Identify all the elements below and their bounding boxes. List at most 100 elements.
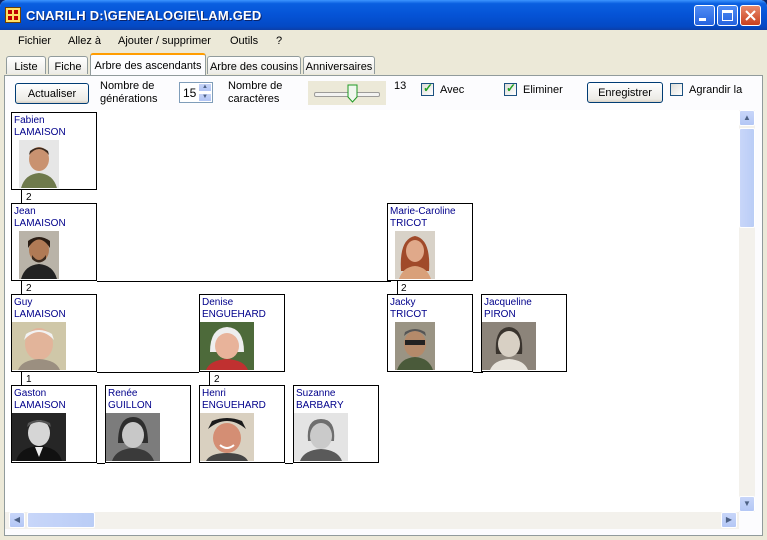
title-bar[interactable]: CNARILH D:\GENEALOGIE\LAM.GED bbox=[0, 0, 767, 30]
connector bbox=[97, 372, 199, 373]
first-name: Fabien bbox=[14, 115, 45, 126]
person-photo bbox=[12, 322, 66, 370]
person-card[interactable]: Fabien LAMAISON bbox=[11, 112, 97, 190]
ancestor-tree[interactable]: 2 2 2 1 2 Fabien LAMAISON Jean LAMAISON Ma… bbox=[5, 110, 739, 512]
generations-label: Nombre de générations bbox=[100, 80, 158, 106]
first-name: Suzanne bbox=[296, 388, 336, 399]
spin-up-icon[interactable]: ▲ bbox=[198, 83, 212, 92]
person-name: Denise ENGUEHARD bbox=[202, 297, 266, 321]
person-name: Renée GUILLON bbox=[108, 388, 152, 412]
scroll-left-icon[interactable]: ◀ bbox=[9, 512, 25, 528]
horizontal-scrollbar[interactable]: ◀ ▶ bbox=[5, 512, 739, 529]
first-name: Henri bbox=[202, 388, 226, 399]
chars-slider[interactable] bbox=[308, 81, 386, 105]
close-button[interactable] bbox=[740, 5, 761, 26]
menu-ajouter-supprimer[interactable]: Ajouter / supprimer bbox=[118, 35, 211, 47]
first-name: Gaston bbox=[14, 388, 47, 399]
connector bbox=[285, 463, 293, 464]
enlarge-label: Agrandir la bbox=[689, 84, 743, 96]
connector bbox=[397, 281, 398, 294]
generation-number: 1 bbox=[26, 374, 32, 385]
avec-checkbox[interactable]: ✓ bbox=[421, 81, 434, 96]
chars-label: Nombre de caractères bbox=[228, 80, 282, 106]
tab-anniversaires[interactable]: Anniversaires bbox=[303, 56, 375, 74]
person-card[interactable]: Marie-Caroline TRICOT bbox=[387, 203, 473, 281]
connector bbox=[21, 190, 22, 203]
person-card[interactable]: Renée GUILLON bbox=[105, 385, 191, 463]
first-name: Jean bbox=[14, 206, 36, 217]
scroll-right-icon[interactable]: ▶ bbox=[721, 512, 737, 528]
first-name: Jacky bbox=[390, 297, 416, 308]
tab-arbre-cousins[interactable]: Arbre des cousins bbox=[207, 56, 301, 74]
person-name: Jacky TRICOT bbox=[390, 297, 427, 321]
connector bbox=[21, 372, 22, 385]
last-name: ENGUEHARD bbox=[202, 309, 266, 320]
check-icon: ✓ bbox=[506, 81, 517, 95]
app-window: CNARILH D:\GENEALOGIE\LAM.GED Fichier Al… bbox=[0, 0, 767, 540]
maximize-icon bbox=[722, 10, 733, 21]
generation-number: 2 bbox=[26, 283, 32, 294]
connector bbox=[97, 463, 105, 464]
first-name: Marie-Caroline bbox=[390, 206, 456, 217]
person-card[interactable]: Jean LAMAISON bbox=[11, 203, 97, 281]
tab-fiche[interactable]: Fiche bbox=[48, 56, 88, 74]
last-name: TRICOT bbox=[390, 218, 428, 229]
person-photo bbox=[294, 413, 348, 461]
tab-bar: Liste Fiche Arbre des ascendants Arbre d… bbox=[4, 53, 763, 75]
connector bbox=[209, 372, 210, 385]
enlarge-checkbox[interactable] bbox=[670, 83, 683, 96]
connector bbox=[97, 281, 391, 282]
generations-label-line2: générations bbox=[100, 93, 158, 105]
person-photo bbox=[19, 140, 59, 188]
last-name: PIRON bbox=[484, 309, 516, 320]
generation-number: 2 bbox=[214, 374, 220, 385]
person-photo bbox=[200, 322, 254, 370]
person-photo bbox=[200, 413, 254, 461]
chars-label-line1: Nombre de bbox=[228, 80, 283, 92]
app-icon[interactable] bbox=[5, 7, 21, 23]
eliminer-checkbox[interactable]: ✓ bbox=[504, 81, 517, 96]
last-name: LAMAISON bbox=[14, 127, 66, 138]
maximize-button[interactable] bbox=[717, 5, 738, 26]
scroll-down-icon[interactable]: ▼ bbox=[739, 496, 755, 512]
last-name: TRICOT bbox=[390, 309, 428, 320]
person-card[interactable]: Suzanne BARBARY bbox=[293, 385, 379, 463]
person-name: Henri ENGUEHARD bbox=[202, 388, 266, 412]
generations-value: 15 bbox=[183, 86, 197, 100]
person-photo bbox=[19, 231, 59, 279]
last-name: LAMAISON bbox=[14, 309, 66, 320]
menu-help[interactable]: ? bbox=[276, 35, 282, 47]
spin-down-icon[interactable]: ▼ bbox=[198, 93, 212, 102]
vertical-scrollbar[interactable]: ▲ ▼ bbox=[739, 110, 755, 512]
person-card[interactable]: Jacky TRICOT bbox=[387, 294, 473, 372]
slider-thumb[interactable] bbox=[347, 84, 358, 103]
person-card[interactable]: Henri ENGUEHARD bbox=[199, 385, 285, 463]
person-name: Jean LAMAISON bbox=[14, 206, 66, 230]
last-name: GUILLON bbox=[108, 400, 152, 411]
person-card[interactable]: Jacqueline PIRON bbox=[481, 294, 567, 372]
minimize-button[interactable] bbox=[694, 5, 715, 26]
person-name: Fabien LAMAISON bbox=[14, 115, 66, 139]
last-name: LAMAISON bbox=[14, 400, 66, 411]
horizontal-scroll-thumb[interactable] bbox=[27, 512, 95, 528]
generations-spinner[interactable]: 15 ▲ ▼ bbox=[179, 82, 213, 103]
check-icon: ✓ bbox=[423, 81, 434, 95]
person-card[interactable]: Denise ENGUEHARD bbox=[199, 294, 285, 372]
person-card[interactable]: Guy LAMAISON bbox=[11, 294, 97, 372]
menu-outils[interactable]: Outils bbox=[230, 35, 258, 47]
first-name: Jacqueline bbox=[484, 297, 532, 308]
save-button[interactable]: Enregistrer bbox=[587, 82, 663, 103]
tab-arbre-ascendants[interactable]: Arbre des ascendants bbox=[90, 53, 206, 75]
vertical-scroll-thumb[interactable] bbox=[739, 128, 755, 228]
refresh-button[interactable]: Actualiser bbox=[15, 83, 89, 104]
eliminer-label: Eliminer bbox=[523, 84, 563, 96]
menu-allez-a[interactable]: Allez à bbox=[68, 35, 101, 47]
first-name: Denise bbox=[202, 297, 234, 308]
connector bbox=[21, 281, 22, 294]
generation-number: 2 bbox=[26, 192, 32, 203]
person-card[interactable]: Gaston LAMAISON bbox=[11, 385, 97, 463]
person-name: Marie-Caroline TRICOT bbox=[390, 206, 456, 230]
tab-liste[interactable]: Liste bbox=[6, 56, 46, 74]
scroll-up-icon[interactable]: ▲ bbox=[739, 110, 755, 126]
menu-fichier[interactable]: Fichier bbox=[18, 35, 51, 47]
